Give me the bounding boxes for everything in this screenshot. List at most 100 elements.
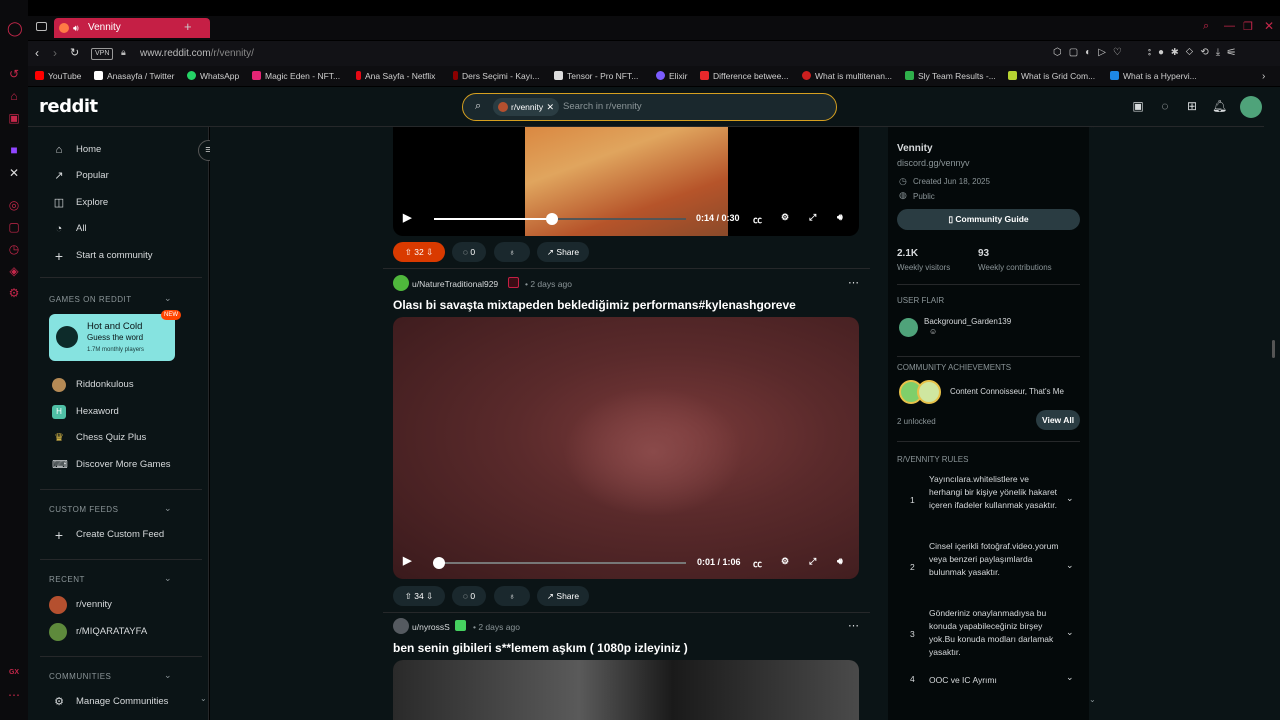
- rule-item[interactable]: 3 Gönderiniz onaylanmadıysa bu konuda ya…: [896, 607, 1076, 663]
- chevron-down-icon[interactable]: ⌄: [1066, 560, 1074, 571]
- game-riddonkulous[interactable]: Riddonkulous: [52, 375, 134, 395]
- settings-icon[interactable]: ⚙: [7, 286, 21, 300]
- bookmark-item[interactable]: Ders Seçimi - Kayı...: [453, 71, 539, 81]
- progress-track[interactable]: [433, 557, 686, 569]
- author-avatar[interactable]: [393, 618, 409, 634]
- scroll-up-icon[interactable]: ⌃: [200, 127, 207, 132]
- bookmark-item[interactable]: Anasayfa / Twitter: [94, 71, 174, 81]
- volume-icon[interactable]: 🔊︎: [837, 556, 843, 567]
- post-title[interactable]: ben senin gibileri s**lemem aşkım ( 1080…: [393, 641, 688, 655]
- game-chess-quiz[interactable]: ♛ Chess Quiz Plus: [52, 428, 146, 448]
- vote-pill[interactable]: ⇧ 32 ⇩: [393, 242, 445, 262]
- rule-item[interactable]: 1 Yayıncılara.whitelistlere ve herhangi …: [896, 473, 1076, 529]
- opera-logo-icon[interactable]: ◯: [7, 21, 23, 35]
- chevron-down-icon[interactable]: ⌄: [164, 293, 172, 304]
- x-icon[interactable]: ✕: [7, 166, 21, 180]
- extensions-icon[interactable]: ◈: [7, 264, 21, 278]
- bookmark-item[interactable]: Ana Sayfa - Netflix: [356, 71, 435, 81]
- minimize-icon[interactable]: —: [1224, 20, 1235, 32]
- notifications-icon[interactable]: 🔔︎: [1212, 99, 1227, 113]
- scroll-down-icon[interactable]: ⌄: [200, 694, 207, 703]
- award-button[interactable]: ♁: [494, 242, 530, 262]
- post-video[interactable]: ▶ 0:14 / 0:30 ㏄ ⚙ ⤢ 🔊︎: [393, 127, 859, 236]
- ads-icon[interactable]: ▣: [1131, 99, 1145, 113]
- create-post-icon[interactable]: ⊞: [1185, 99, 1199, 113]
- bookmark-item[interactable]: Magic Eden - NFT...: [252, 71, 340, 81]
- settings-icon[interactable]: ⚙: [781, 556, 789, 567]
- nav-all[interactable]: ◔ All: [52, 219, 87, 239]
- upvote-icon[interactable]: ⇧: [405, 591, 412, 601]
- bookmark-item[interactable]: What is a Hypervi...: [1110, 71, 1197, 81]
- recent-vennity[interactable]: r/vennity: [49, 595, 112, 615]
- bookmark-item[interactable]: What is multitenan...: [802, 71, 892, 81]
- close-window-icon[interactable]: ✕: [1264, 19, 1274, 33]
- nav-explore[interactable]: ◫ Explore: [52, 193, 108, 213]
- twitch-icon[interactable]: ■: [7, 143, 21, 157]
- chevron-down-icon[interactable]: ⌄: [164, 670, 172, 681]
- new-tab-icon[interactable]: +: [184, 19, 192, 34]
- comments-button[interactable]: ◌ 0: [452, 242, 486, 262]
- vpn-badge[interactable]: VPN: [91, 48, 114, 60]
- messenger-icon[interactable]: ▣: [7, 111, 21, 125]
- upvote-icon[interactable]: ⇧: [405, 247, 412, 257]
- post-video[interactable]: [393, 660, 859, 720]
- bookmarks-more-icon[interactable]: ›: [1262, 71, 1265, 82]
- player-icon[interactable]: ◎: [7, 198, 21, 212]
- flair-username[interactable]: Background_Garden139: [924, 317, 1011, 326]
- captions-icon[interactable]: ㏄: [753, 557, 762, 570]
- comments-button[interactable]: ◌ 0: [452, 586, 486, 606]
- chevron-down-icon[interactable]: ⌄: [1066, 493, 1074, 504]
- url-field[interactable]: www.reddit.com/r/vennity/: [140, 48, 254, 59]
- chat-icon[interactable]: ◌: [1158, 99, 1172, 113]
- nav-start-community[interactable]: + Start a community: [52, 246, 153, 266]
- author-avatar[interactable]: [393, 275, 409, 291]
- nav-home[interactable]: ⌂ Home: [52, 140, 102, 160]
- volume-icon[interactable]: 🔊︎: [837, 212, 843, 223]
- scroll-down-icon[interactable]: ⌄: [1089, 695, 1096, 704]
- bookmark-item[interactable]: YouTube: [35, 71, 81, 81]
- chevron-down-icon[interactable]: ⌄: [164, 503, 172, 514]
- post-title[interactable]: Olası bi savaşta mixtapeden beklediğimiz…: [393, 298, 796, 312]
- chevron-down-icon[interactable]: ⌄: [164, 573, 172, 584]
- bookmark-item[interactable]: Sly Team Results -...: [905, 71, 996, 81]
- downvote-icon[interactable]: ⇩: [426, 591, 433, 601]
- bookmark-item[interactable]: What is Grid Com...: [1008, 71, 1095, 81]
- scrollbar-thumb[interactable]: [1272, 340, 1275, 358]
- chevron-down-icon[interactable]: ⌄: [1066, 627, 1074, 638]
- search-tabs-icon[interactable]: ⌕: [1203, 20, 1209, 33]
- bookmark-item[interactable]: Difference betwee...: [700, 71, 788, 81]
- more-options-icon[interactable]: ⋯: [848, 619, 859, 632]
- page-scrollbar[interactable]: [1264, 87, 1280, 720]
- progress-knob[interactable]: [433, 557, 446, 569]
- cube-icon[interactable]: ▢: [7, 220, 21, 234]
- chevron-down-icon[interactable]: ⌄: [1066, 672, 1074, 683]
- more-icon[interactable]: ⋯: [7, 688, 21, 702]
- bookmark-item[interactable]: Elixir: [656, 71, 687, 81]
- speaker-icon[interactable]: 🔊︎: [73, 18, 79, 38]
- post-author[interactable]: u/nyrossS: [412, 622, 450, 632]
- community-link[interactable]: discord.gg/vennyv: [897, 158, 970, 168]
- captions-icon[interactable]: ㏄: [753, 213, 762, 226]
- more-options-icon[interactable]: ⋯: [848, 276, 859, 289]
- lock-icon[interactable]: 🔒︎: [121, 47, 126, 58]
- hot-and-cold-card[interactable]: Hot and Cold Guess the word 1.7M monthly…: [49, 310, 181, 361]
- create-custom-feed[interactable]: + Create Custom Feed: [52, 525, 164, 545]
- avatar[interactable]: [1240, 96, 1262, 118]
- bookmark-item[interactable]: WhatsApp: [187, 71, 239, 81]
- recent-miqaratayfa[interactable]: r/MIQARATAYFA: [49, 622, 147, 642]
- game-hexaword[interactable]: H Hexaword: [52, 402, 119, 422]
- address-actions[interactable]: ⬡▢◐▷♡: [1053, 47, 1129, 58]
- share-button[interactable]: ↗ Share: [537, 242, 589, 262]
- fullscreen-icon[interactable]: ⤢: [809, 556, 816, 567]
- extension-icons[interactable]: ⦂●✱◇⟲⤓⚟: [1148, 47, 1242, 58]
- forward-icon[interactable]: ›: [53, 46, 57, 60]
- search-input[interactable]: Search in r/vennity: [563, 101, 642, 112]
- nav-popular[interactable]: ↗ Popular: [52, 166, 108, 186]
- post-video[interactable]: ▶ 0:01 / 1:06 ㏄ ⚙ ⤢ 🔊︎: [393, 317, 859, 579]
- aria-icon[interactable]: ↺: [7, 67, 21, 81]
- play-icon[interactable]: ▶: [403, 554, 411, 567]
- view-all-button[interactable]: View All: [1036, 410, 1080, 430]
- manage-communities[interactable]: ⚙ Manage Communities: [52, 692, 168, 712]
- community-guide-button[interactable]: ▯ Community Guide: [897, 209, 1080, 230]
- back-icon[interactable]: ‹: [35, 46, 39, 60]
